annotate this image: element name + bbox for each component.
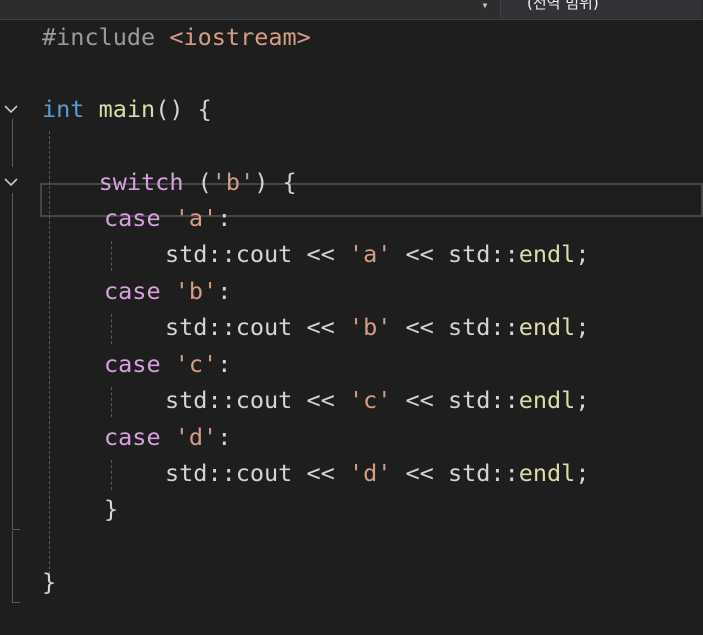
char-literal: 'b' <box>174 277 218 305</box>
code-line-include: #include <iostream> <box>42 19 311 55</box>
navigation-bar: ▾ (전역 범위) <box>0 0 703 20</box>
cout-expression: << std:: <box>391 240 519 268</box>
cout-expression: std::cout << <box>165 386 349 414</box>
case-keyword: case <box>104 277 161 305</box>
punctuation: ( <box>183 168 212 196</box>
fold-main-chevron-down-icon[interactable] <box>3 101 19 117</box>
endl-identifier: endl <box>518 240 576 268</box>
switch-keyword: switch <box>98 168 184 196</box>
code-line-cout: std::cout << 'a' << std::endl; <box>165 236 589 272</box>
fold-region-end <box>12 529 20 530</box>
char-literal: 'c' <box>348 386 392 414</box>
scope-label: (전역 범위) <box>527 0 599 12</box>
punctuation: : <box>217 277 232 305</box>
code-line-case: case 'd': <box>104 419 231 455</box>
cout-expression: std::cout << <box>165 459 349 487</box>
cout-expression: << std:: <box>391 459 519 487</box>
char-literal: 'b' <box>211 168 255 196</box>
member-dropdown-arrow[interactable]: ▾ <box>474 0 496 16</box>
char-literal: 'c' <box>174 350 218 378</box>
code-line-case: case 'a': <box>104 200 231 236</box>
char-literal: 'd' <box>348 459 392 487</box>
semicolon: ; <box>575 240 590 268</box>
fold-region-line <box>12 531 13 603</box>
indent-guide <box>111 460 112 490</box>
indent-guide <box>111 241 112 271</box>
char-literal: 'b' <box>348 313 392 341</box>
code-line-main: int main() { <box>42 91 212 127</box>
code-line-cout: std::cout << 'b' << std::endl; <box>165 309 589 345</box>
closing-brace: } <box>42 568 57 596</box>
code-line-case: case 'c': <box>104 346 231 382</box>
indent-guide <box>111 387 112 417</box>
case-keyword: case <box>104 423 161 451</box>
char-literal: 'a' <box>174 204 218 232</box>
code-editor[interactable]: #include <iostream> int main() { switch … <box>0 19 703 635</box>
code-line-cout: std::cout << 'c' << std::endl; <box>165 382 589 418</box>
semicolon: ; <box>575 459 590 487</box>
cout-expression: << std:: <box>391 386 519 414</box>
code-line-main-close: } <box>42 564 56 600</box>
case-keyword: case <box>104 204 161 232</box>
semicolon: ; <box>575 386 590 414</box>
char-literal: 'a' <box>348 240 392 268</box>
punctuation: ) { <box>254 168 297 196</box>
code-line-cout: std::cout << 'd' << std::endl; <box>165 455 589 491</box>
cout-expression: std::cout << <box>165 240 349 268</box>
include-header: <iostream> <box>169 23 311 51</box>
punctuation: : <box>217 204 232 232</box>
endl-identifier: endl <box>518 386 576 414</box>
fold-region-end <box>12 602 20 603</box>
endl-identifier: endl <box>518 313 576 341</box>
cout-expression: std::cout << <box>165 313 349 341</box>
cout-expression: << std:: <box>391 313 519 341</box>
code-line-switch-close: } <box>104 491 118 527</box>
indent-guide <box>111 314 112 344</box>
fold-region-line <box>12 193 13 529</box>
punctuation: : <box>217 350 232 378</box>
case-keyword: case <box>104 350 161 378</box>
fold-region-line <box>12 119 13 167</box>
char-literal: 'd' <box>174 423 218 451</box>
punctuation: : <box>217 423 232 451</box>
punctuation: () { <box>155 95 212 123</box>
code-line-case: case 'b': <box>104 273 231 309</box>
preprocessor-directive: #include <box>42 23 156 51</box>
semicolon: ; <box>575 313 590 341</box>
closing-brace: } <box>104 495 119 523</box>
fold-switch-chevron-down-icon[interactable] <box>3 174 19 190</box>
type-keyword: int <box>42 95 85 123</box>
endl-identifier: endl <box>518 459 576 487</box>
function-name: main <box>98 95 156 123</box>
code-line-switch: switch ('b') { <box>42 164 297 200</box>
